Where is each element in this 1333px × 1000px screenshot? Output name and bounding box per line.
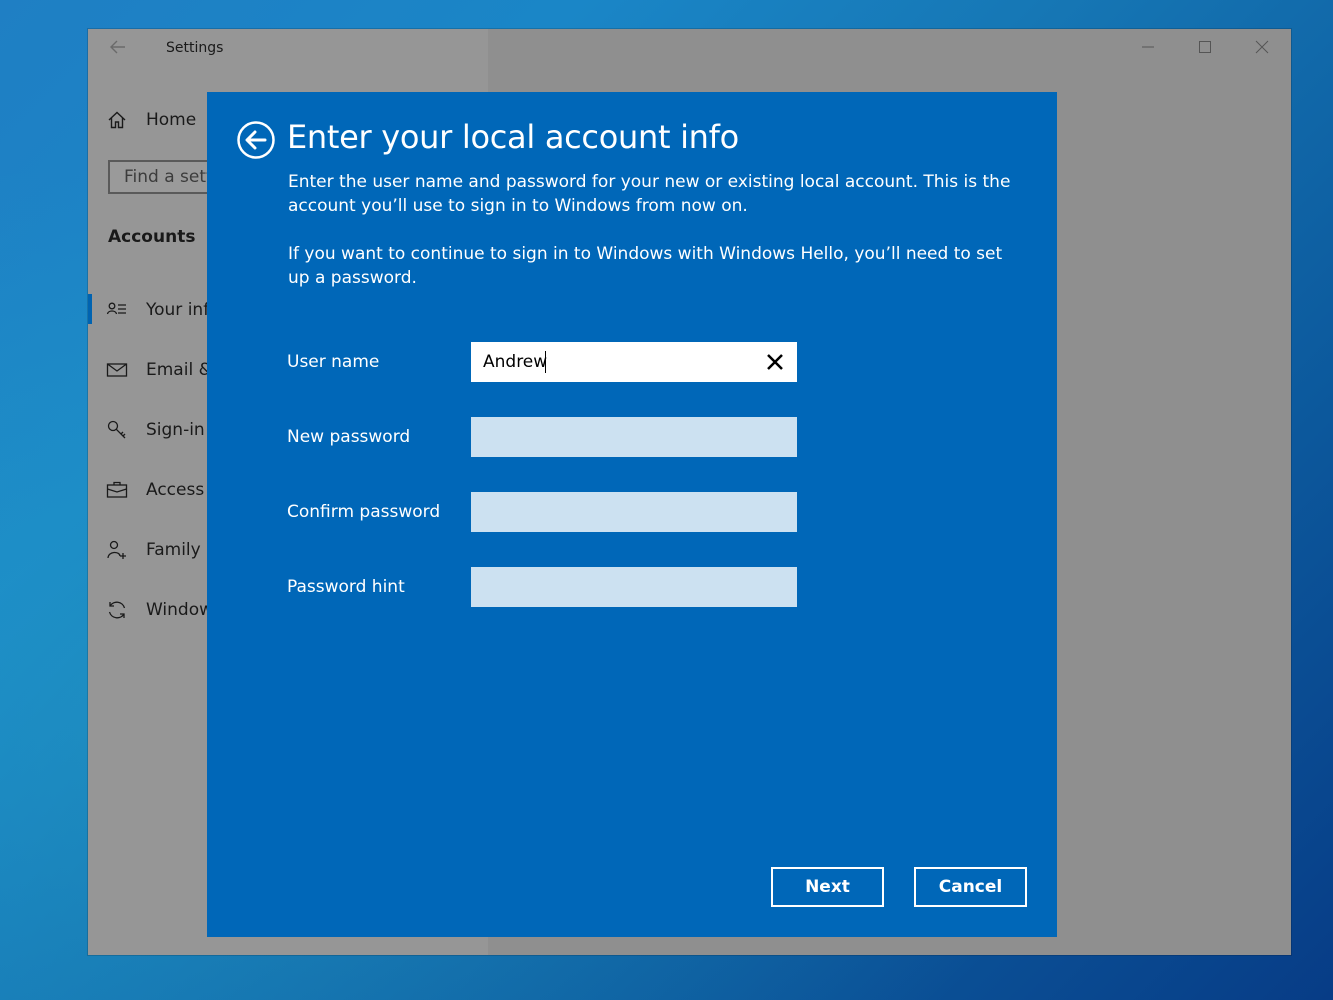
- sidebar-item-home[interactable]: Home: [106, 107, 196, 133]
- briefcase-icon: [106, 481, 128, 498]
- minimize-icon[interactable]: [1138, 37, 1158, 57]
- confirm-password-input[interactable]: [471, 492, 797, 532]
- sidebar-item-family[interactable]: Family &: [106, 537, 219, 563]
- password-hint-input[interactable]: [471, 567, 797, 607]
- dialog-back-icon[interactable]: [236, 120, 276, 160]
- person-list-icon: [106, 302, 126, 315]
- sidebar-item-label: Sign-in: [146, 420, 205, 440]
- local-account-dialog: Enter your local account info Enter the …: [207, 92, 1057, 937]
- key-icon: [107, 420, 126, 439]
- username-label: User name: [287, 352, 380, 372]
- window-back-arrow-icon[interactable]: [108, 37, 128, 57]
- sidebar-item-label: Window: [146, 600, 214, 620]
- sidebar-item-access-work[interactable]: Access v: [106, 477, 220, 503]
- next-button[interactable]: Next: [771, 867, 884, 907]
- username-input[interactable]: [471, 342, 797, 382]
- dialog-title: Enter your local account info: [287, 118, 739, 156]
- close-window-icon[interactable]: [1252, 37, 1272, 57]
- sidebar-section-heading: Accounts: [108, 227, 196, 247]
- sidebar-item-label: Email &: [146, 360, 212, 380]
- dialog-hello-note: If you want to continue to sign in to Wi…: [288, 244, 1003, 288]
- new-password-label: New password: [287, 427, 411, 447]
- sidebar-item-windows-backup[interactable]: Window: [106, 597, 213, 623]
- mail-icon: [106, 363, 128, 377]
- sidebar-item-sign-in[interactable]: Sign-in: [106, 417, 205, 443]
- sidebar-item-label: Home: [146, 110, 197, 130]
- clear-text-icon[interactable]: [763, 350, 787, 374]
- sidebar-item-your-info[interactable]: Your inf: [106, 297, 209, 323]
- sidebar-item-email[interactable]: Email &: [106, 357, 212, 383]
- sync-icon: [108, 601, 126, 619]
- window-title: Settings: [166, 40, 224, 56]
- dialog-description: Enter the user name and password for you…: [288, 172, 1011, 216]
- confirm-password-label: Confirm password: [287, 502, 441, 522]
- cancel-button[interactable]: Cancel: [914, 867, 1027, 907]
- new-password-input[interactable]: [471, 417, 797, 457]
- home-icon: [108, 111, 126, 129]
- password-hint-label: Password hint: [287, 577, 405, 597]
- active-item-indicator: [88, 294, 92, 324]
- person-add-icon: [107, 540, 126, 559]
- sidebar-item-label: Your inf: [146, 300, 210, 320]
- maximize-icon[interactable]: [1195, 37, 1215, 57]
- text-caret: [545, 351, 546, 373]
